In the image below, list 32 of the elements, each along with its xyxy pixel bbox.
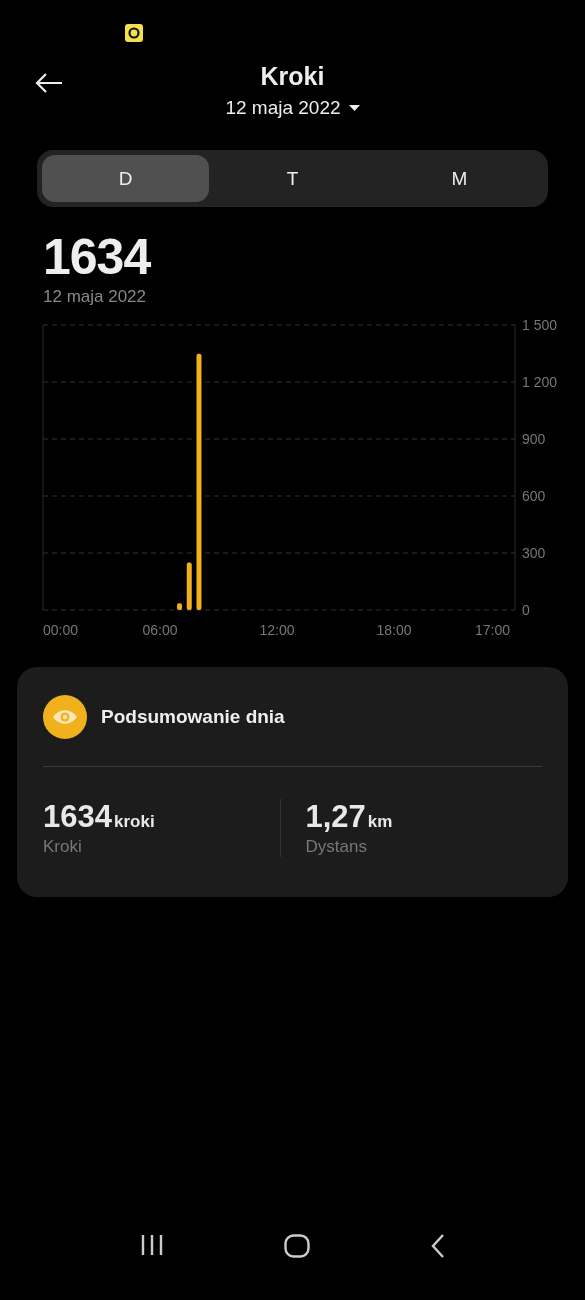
screen-title: Kroki (260, 62, 325, 91)
period-tab[interactable]: T (209, 155, 376, 202)
stat-label: Kroki (43, 837, 83, 857)
total-date: 12 maja 2022 (43, 287, 148, 307)
app-icon (125, 24, 143, 42)
eye-icon (43, 695, 87, 739)
step-bar (177, 603, 182, 610)
y-axis-label: 900 (522, 431, 546, 447)
stat-value: 1634kroki (43, 799, 156, 835)
y-axis-label: 300 (522, 545, 546, 561)
card-title: Podsumowanie dnia (101, 706, 285, 728)
period-tab[interactable]: M (376, 155, 543, 202)
y-axis-label: 0 (522, 602, 530, 618)
caret-icon (348, 105, 360, 111)
period-tab[interactable]: D (42, 155, 209, 202)
x-axis-label: 06:00 (142, 622, 178, 638)
y-axis-label: 1 500 (522, 317, 558, 333)
step-total: 1634 (43, 231, 152, 283)
x-axis-label: 18:00 (376, 622, 412, 638)
recent-apps-icon[interactable] (140, 1234, 165, 1256)
step-bar (186, 562, 192, 610)
y-axis-label: 600 (522, 488, 546, 504)
date-picker[interactable]: 12 maja 2022 (225, 97, 360, 119)
back-icon[interactable] (430, 1234, 445, 1258)
back-arrow-icon[interactable] (34, 72, 64, 94)
stat-label: Dystans (305, 837, 368, 857)
y-axis-label: 1 200 (522, 374, 558, 390)
stat-value: 1,27 km (305, 799, 394, 835)
x-axis-label: 12:00 (259, 622, 295, 638)
end-time-label: 17:00 (474, 622, 510, 638)
x-axis-label: 00:00 (43, 622, 79, 638)
home-icon[interactable] (284, 1234, 311, 1258)
